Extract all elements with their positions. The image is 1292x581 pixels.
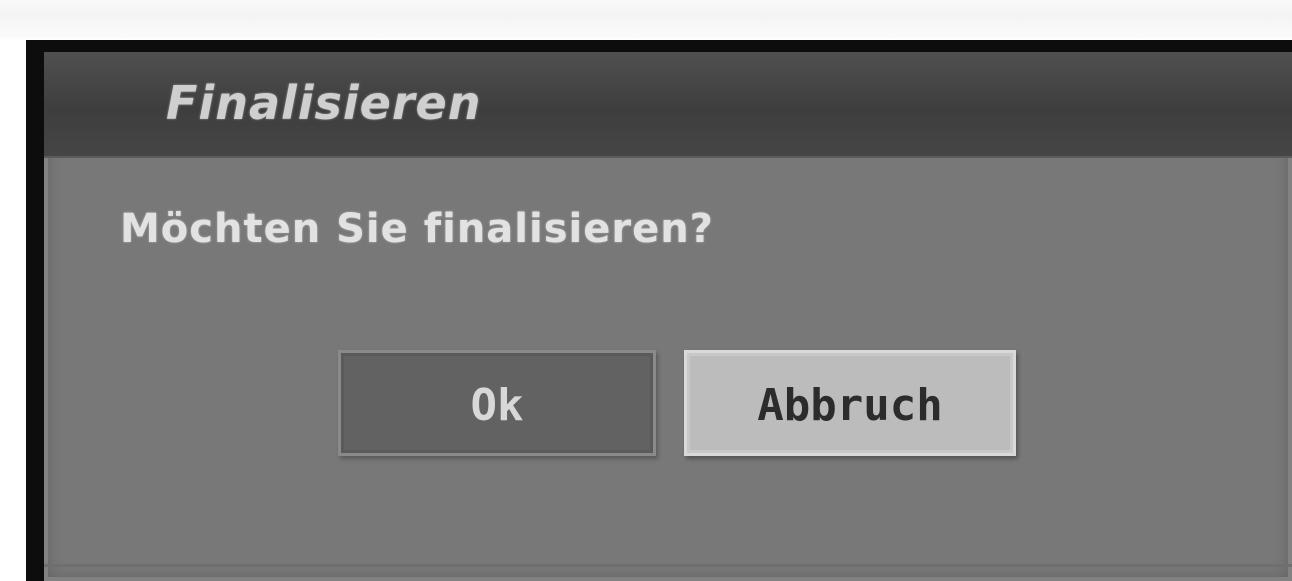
background-strip xyxy=(0,0,1292,38)
finalize-dialog: Finalisieren Möchten Sie finalisieren? O… xyxy=(44,52,1292,581)
dialog-title-bar: Finalisieren xyxy=(44,52,1292,158)
dialog-divider xyxy=(44,564,1292,567)
cancel-button[interactable]: Abbruch xyxy=(684,350,1016,456)
dialog-title: Finalisieren xyxy=(166,76,482,130)
ok-button[interactable]: Ok xyxy=(338,350,656,456)
dialog-message: Möchten Sie finalisieren? xyxy=(120,206,714,252)
